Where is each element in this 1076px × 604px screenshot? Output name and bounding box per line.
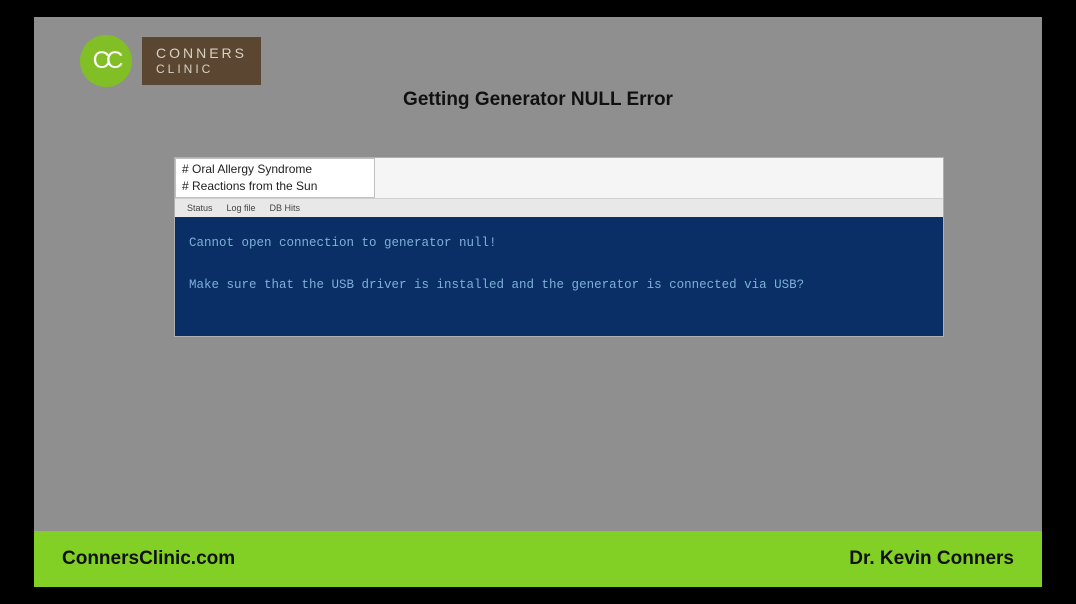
tabs-row: Status Log file DB Hits [175,198,943,217]
tab-status[interactable]: Status [187,203,213,213]
console-output: Cannot open connection to generator null… [175,217,943,337]
footer-bar: ConnersClinic.com Dr. Kevin Conners [34,531,1042,587]
tab-logfile[interactable]: Log file [227,203,256,213]
top-panel: # Oral Allergy Syndrome # Reactions from… [175,158,943,198]
footer-author: Dr. Kevin Conners [849,548,1014,570]
slide-frame: CC CONNERS CLINIC Getting Generator NULL… [34,17,1042,587]
console-line: Make sure that the USB driver is install… [189,278,804,292]
console-line: Cannot open connection to generator null… [189,236,497,250]
logo-wordmark: CONNERS CLINIC [142,37,261,84]
footer-site: ConnersClinic.com [62,548,235,570]
app-window: # Oral Allergy Syndrome # Reactions from… [174,157,944,337]
logo-circle-icon: CC [80,35,132,87]
tab-dbhits[interactable]: DB Hits [270,203,301,213]
list-item[interactable]: # Reactions from the Sun [182,178,368,195]
page-title: Getting Generator NULL Error [34,89,1042,111]
logo-line1: CONNERS [156,45,247,62]
brand-logo: CC CONNERS CLINIC [80,35,261,87]
program-listbox[interactable]: # Oral Allergy Syndrome # Reactions from… [175,158,375,198]
logo-line2: CLINIC [156,62,247,76]
logo-cc-text: CC [93,47,120,75]
list-item[interactable]: # Oral Allergy Syndrome [182,161,368,178]
